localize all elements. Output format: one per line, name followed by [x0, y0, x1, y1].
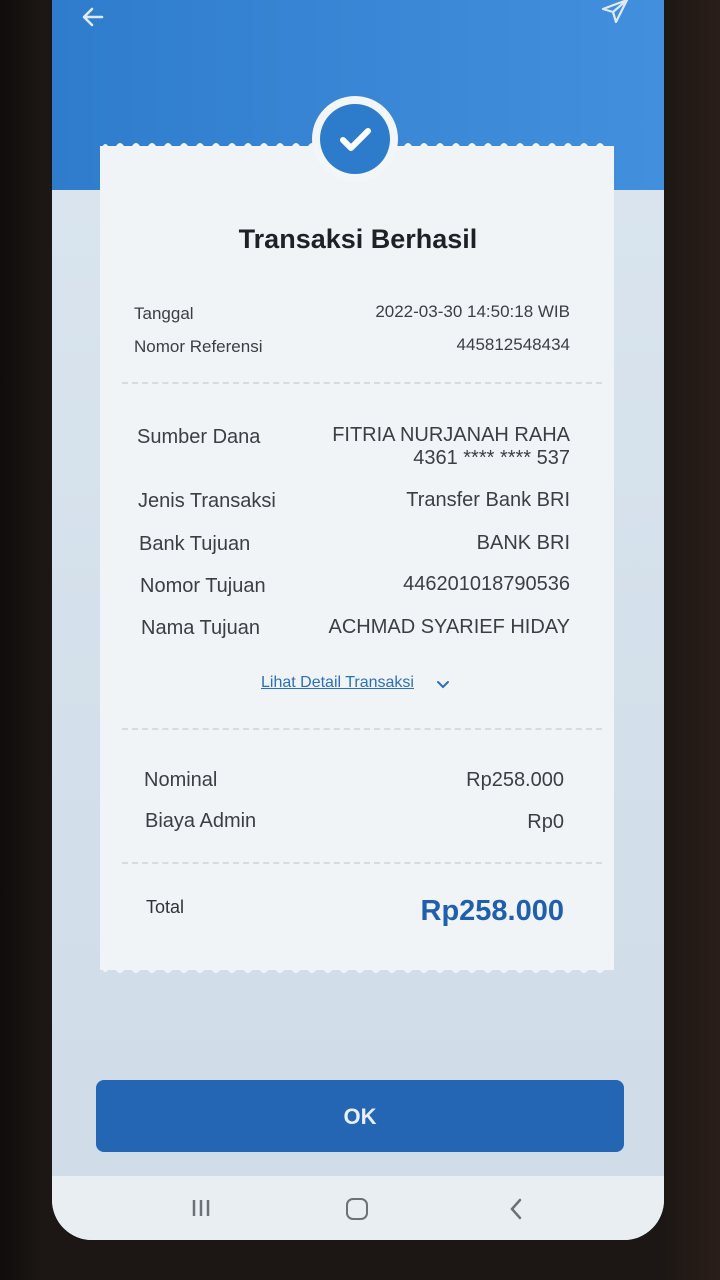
divider [122, 382, 602, 384]
divider [122, 728, 602, 730]
receipt-wavy-edge-bottom [100, 964, 614, 973]
app-screen: Transaksi Berhasil Tanggal 2022-03-30 14… [52, 0, 664, 1240]
source-account: 4361 **** **** 537 [413, 447, 570, 469]
nominal-label: Nominal [144, 769, 218, 791]
destination-number-label: Nomor Tujuan [140, 575, 266, 597]
nominal-value: Rp258.000 [466, 769, 564, 791]
transaction-type-value: Transfer Bank BRI [406, 489, 570, 511]
transaction-detail-link[interactable]: Lihat Detail Transaksi [261, 674, 414, 692]
bank-value: BANK BRI [476, 532, 570, 554]
divider [122, 862, 602, 864]
system-nav-bar [52, 1176, 664, 1240]
home-icon[interactable] [346, 1198, 368, 1220]
checkmark-icon [320, 104, 390, 174]
receipt-card [100, 143, 614, 973]
back-icon[interactable] [508, 1197, 524, 1221]
destination-name-value: ACHMAD SYARIEF HIDAY [328, 616, 570, 638]
page-title: Transaksi Berhasil [238, 224, 478, 254]
date-value: 2022-03-30 14:50:18 WIB [375, 302, 570, 321]
recent-apps-icon[interactable] [190, 1198, 212, 1218]
transaction-type-label: Jenis Transaksi [138, 490, 276, 512]
date-label: Tanggal [134, 304, 194, 323]
total-label: Total [146, 897, 185, 917]
destination-number-value: 446201018790536 [403, 573, 570, 595]
arrow-left-icon[interactable] [78, 2, 108, 32]
send-icon[interactable] [600, 0, 630, 26]
admin-fee-value: Rp0 [527, 811, 564, 833]
ok-button[interactable]: OK [96, 1080, 624, 1152]
total-value: Rp258.000 [420, 895, 565, 927]
source-label: Sumber Dana [137, 426, 261, 448]
source-name: FITRIA NURJANAH RAHA [332, 424, 570, 446]
phone-frame: Transaksi Berhasil Tanggal 2022-03-30 14… [0, 0, 720, 1280]
chevron-down-icon[interactable] [436, 677, 450, 689]
reference-label: Nomor Referensi [134, 337, 263, 356]
success-badge [312, 96, 398, 182]
destination-name-label: Nama Tujuan [141, 617, 260, 639]
admin-fee-label: Biaya Admin [145, 810, 257, 832]
reference-value: 445812548434 [456, 335, 570, 354]
bank-label: Bank Tujuan [139, 533, 251, 555]
